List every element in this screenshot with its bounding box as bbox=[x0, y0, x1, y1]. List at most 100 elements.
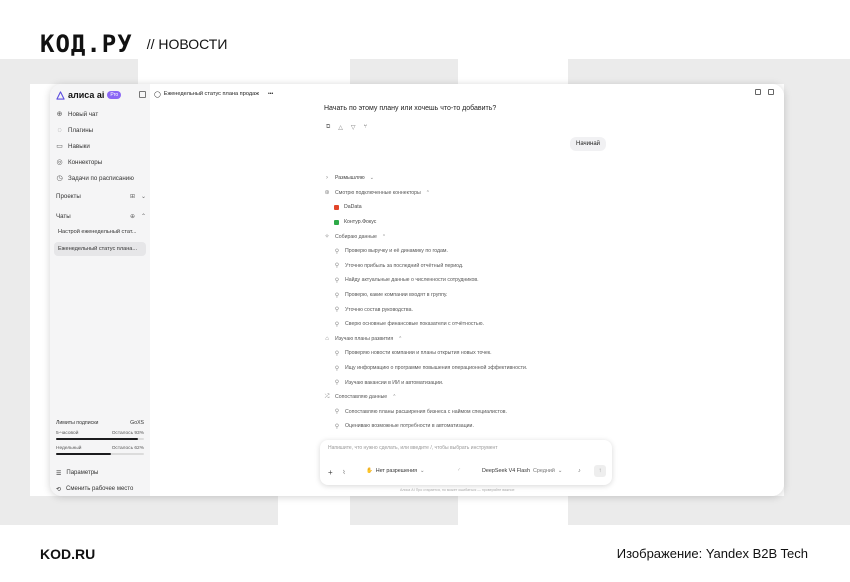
chat-item[interactable]: Настрой еженедельный стат... bbox=[54, 225, 146, 239]
hand-icon: ✋ bbox=[366, 468, 373, 474]
copy-icon[interactable]: ⧉ bbox=[326, 124, 330, 131]
swap-icon: ⟲ bbox=[56, 486, 62, 493]
projects-label: Проекты bbox=[56, 192, 81, 200]
sidebar-item-plugins[interactable]: ◌ Плагины bbox=[56, 122, 146, 138]
permissions-dropdown[interactable]: ✋ Нет разрешения ⌄ bbox=[366, 468, 425, 474]
step-group[interactable]: ⊛ Смотрю подключенные коннекторы ⌃ bbox=[324, 186, 624, 201]
microphone-icon[interactable]: ♪ bbox=[578, 468, 581, 474]
search-step: ⚲ Сопоставляю планы расширения бизнеса с … bbox=[324, 405, 624, 420]
sidebar-header: алиса ai Pro bbox=[56, 88, 146, 102]
search-step: ⚲ Уточню прибыль за последний отчётный пе… bbox=[324, 259, 624, 274]
sliders-icon: ☰ bbox=[56, 470, 62, 477]
model-dropdown[interactable]: DeepSeek V4 Flash Средний ⌄ bbox=[482, 468, 562, 474]
step-text: Изучаю планы развития bbox=[335, 335, 394, 342]
site-header: КОД.РУ // НОВОСТИ bbox=[40, 30, 227, 58]
search-step: ⚲ Проверю, какие компании входят в группу… bbox=[324, 288, 624, 303]
chat-item-label: Настрой еженедельный стат... bbox=[58, 229, 137, 235]
clock-icon: ◷ bbox=[56, 175, 63, 182]
sidebar-collapse-icon[interactable] bbox=[139, 91, 146, 98]
search-icon: ⚲ bbox=[334, 292, 340, 299]
background-block bbox=[784, 84, 850, 525]
search-icon: ⚲ bbox=[334, 307, 340, 314]
loading-spinner-icon: ◜ bbox=[458, 468, 461, 474]
thumbs-down-icon[interactable]: ▽ bbox=[351, 124, 356, 131]
sidebar-item-skills[interactable]: ▭ Навыки bbox=[56, 138, 146, 154]
branch-icon[interactable]: ⑂ bbox=[364, 124, 368, 131]
background-block bbox=[0, 59, 30, 525]
source-logo-icon bbox=[334, 219, 339, 225]
sidebar-item-label: Навыки bbox=[68, 142, 90, 150]
site-logo[interactable]: КОД.РУ bbox=[40, 30, 133, 58]
chevron-up-icon: ⌃ bbox=[392, 394, 397, 401]
switch-workspace-button[interactable]: ⟲ Сменить рабочее место bbox=[56, 482, 146, 496]
search-step: ⚲ Ищу информацию о программе повышения оп… bbox=[324, 361, 624, 376]
sidebar-item-connectors[interactable]: ◎ Коннекторы bbox=[56, 154, 146, 170]
search-step: ⚲ Оцениваю возможные потребности в автома… bbox=[324, 419, 624, 434]
chevron-up-icon: ⌃ bbox=[398, 335, 403, 342]
share-icon[interactable] bbox=[755, 89, 761, 95]
background-block bbox=[568, 496, 818, 525]
step-text: Собираю данные bbox=[335, 233, 377, 240]
step-group[interactable]: ⤮ Сопоставляю данные ⌃ bbox=[324, 390, 624, 405]
footer-site[interactable]: KOD.RU bbox=[40, 546, 95, 562]
chevron-up-icon[interactable]: ⌃ bbox=[141, 213, 146, 220]
disclaimer: Алиса AI Про старается, но может ошибать… bbox=[400, 488, 515, 492]
step-group[interactable]: ⌂ Изучаю планы развития ⌃ bbox=[324, 332, 624, 347]
message-input[interactable] bbox=[328, 445, 598, 451]
search-icon: ⚲ bbox=[334, 321, 340, 328]
limit-label: 5-часовой bbox=[56, 431, 79, 436]
step-text: Найду актуальные данные о численности со… bbox=[345, 277, 479, 284]
app-logo-text[interactable]: алиса ai bbox=[68, 90, 104, 100]
background-block bbox=[350, 496, 458, 525]
new-chat-icon[interactable]: ⊕ bbox=[130, 213, 135, 220]
connector-icon: ◎ bbox=[56, 159, 63, 166]
paperclip-icon[interactable]: ⌇ bbox=[343, 470, 346, 476]
plugin-icon: ◌ bbox=[57, 126, 62, 134]
sidebar-item-new-chat[interactable]: ⊕ Новый чат bbox=[56, 106, 146, 122]
search-step: ⚲ Изучаю вакансии в ИИ и автоматизации. bbox=[324, 375, 624, 390]
step-text: Проверяю новости компании и планы открыт… bbox=[345, 350, 492, 357]
step-text: Проверю выручку и её динамику по годам. bbox=[345, 248, 448, 255]
send-button[interactable]: ↑ bbox=[594, 465, 606, 477]
step-text: Уточню состав руководства. bbox=[345, 306, 413, 313]
step-group[interactable]: ✧ Собираю данные ⌃ bbox=[324, 229, 624, 244]
background-block bbox=[0, 496, 278, 525]
background-block bbox=[30, 59, 138, 84]
limit-label: Недельный bbox=[56, 446, 82, 451]
projects-section[interactable]: Проекты ⊞ ⌄ bbox=[56, 189, 146, 203]
thumbs-up-icon[interactable]: △ bbox=[338, 124, 343, 131]
panel-toggle-icon[interactable] bbox=[768, 89, 774, 95]
thinking-label: Размышляю bbox=[335, 175, 365, 182]
step-text: Смотрю подключенные коннекторы bbox=[335, 189, 421, 196]
pro-badge: Pro bbox=[107, 91, 122, 99]
chat-item-active[interactable]: Еженедельный статус плана... bbox=[54, 242, 146, 256]
sidebar-item-label: Плагины bbox=[68, 126, 94, 134]
plus-icon[interactable]: + bbox=[328, 468, 333, 477]
settings-button[interactable]: ☰ Параметры bbox=[56, 466, 146, 480]
subscription-limits: Лимиты подписки GoXS 5-часовой Осталось … bbox=[56, 420, 144, 455]
chevron-up-icon: ⌃ bbox=[381, 233, 387, 240]
app-window: алиса ai Pro ⊕ Новый чат ◌ Плагины ▭ Нав… bbox=[50, 84, 784, 496]
search-step: ⚲ Найду актуальные данные о численности с… bbox=[324, 273, 624, 288]
chevron-down-icon[interactable]: ⌄ bbox=[141, 193, 146, 200]
sidebar-item-scheduled-tasks[interactable]: ◷ Задачи по расписанию bbox=[56, 170, 146, 186]
topbar-actions bbox=[755, 89, 774, 95]
more-options-button[interactable]: ••• bbox=[268, 91, 273, 97]
chevron-right-icon: › bbox=[326, 175, 328, 182]
chats-label: Чаты bbox=[56, 212, 71, 220]
limit-progress-bar bbox=[56, 453, 144, 455]
alice-logo-icon bbox=[56, 90, 65, 100]
source-item: DaData bbox=[324, 200, 624, 215]
search-step: ⚲ Сверю основные финансовые показатели с … bbox=[324, 317, 624, 332]
step-text: Контур.Фокус bbox=[344, 219, 377, 226]
source-item: Контур.Фокус bbox=[324, 215, 624, 230]
merge-icon: ⤮ bbox=[324, 393, 330, 400]
chat-title[interactable]: Еженедельный статус плана продаж bbox=[164, 91, 259, 97]
message-actions: ⧉ △ ▽ ⑂ bbox=[326, 124, 367, 131]
thinking-toggle[interactable]: › Размышляю ⌄ bbox=[324, 171, 624, 186]
chats-section[interactable]: Чаты ⊕ ⌃ bbox=[56, 209, 146, 223]
search-icon: ⚲ bbox=[334, 248, 340, 255]
search-icon: ⚲ bbox=[334, 277, 340, 284]
add-project-icon[interactable]: ⊞ bbox=[130, 193, 135, 200]
step-text: Ищу информацию о программе повышения опе… bbox=[345, 365, 528, 372]
